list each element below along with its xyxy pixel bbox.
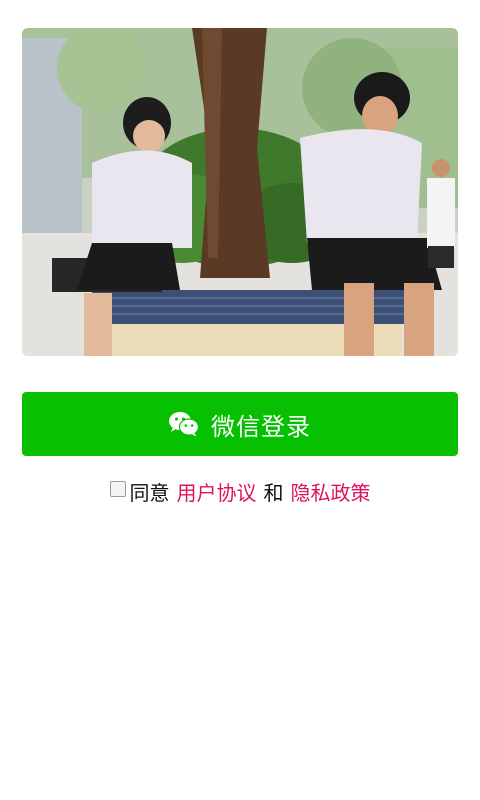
- wechat-icon: [169, 411, 200, 437]
- agreement-row: 同意 用户协议 和 隐私政策: [0, 476, 480, 506]
- hero-image: [22, 28, 458, 356]
- user-agreement-link[interactable]: 用户协议: [177, 477, 257, 506]
- wechat-login-button[interactable]: 微信登录: [22, 392, 458, 456]
- agree-and-text: 和: [263, 480, 284, 505]
- privacy-policy-link[interactable]: 隐私政策: [291, 477, 371, 506]
- wechat-login-label: 微信登录: [211, 412, 311, 441]
- hero-photo: [22, 28, 458, 356]
- agree-checkbox[interactable]: [109, 481, 126, 497]
- agree-prefix: 同意: [129, 480, 170, 505]
